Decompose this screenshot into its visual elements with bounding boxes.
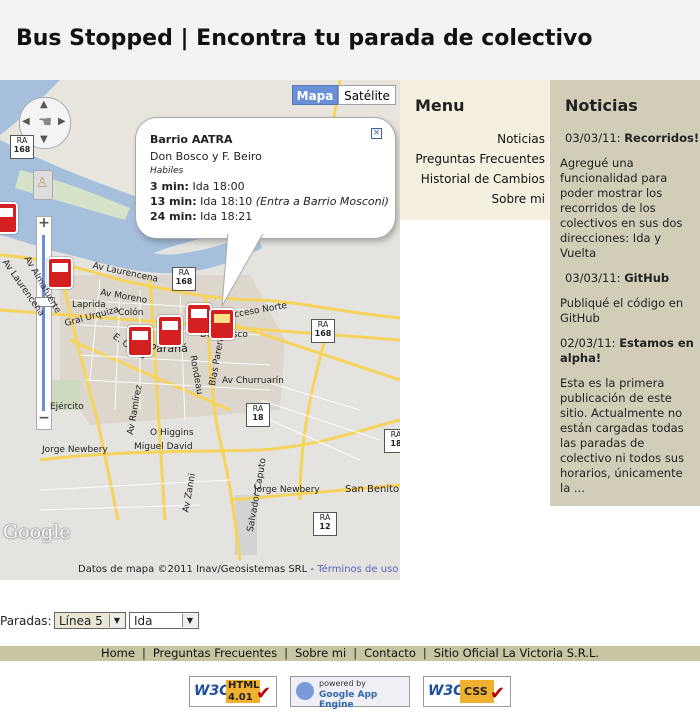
pan-up-icon[interactable]: ▲ — [40, 99, 48, 110]
stops-label: Paradas: — [0, 614, 52, 628]
footer-link-faq[interactable]: Preguntas Frecuentes — [153, 646, 277, 660]
stop-streets: Don Bosco y F. Beiro — [150, 150, 262, 163]
place-label: Ejército — [50, 402, 84, 412]
zoom-slider[interactable]: + − — [35, 215, 55, 430]
arrival-row: 3 min: Ida 18:00 — [150, 180, 245, 193]
menu-item-preguntas: Preguntas Frecuentes — [415, 152, 545, 172]
zoom-in-button[interactable]: + — [37, 215, 51, 231]
news-item-heading: 03/03/11: GitHub — [565, 271, 670, 285]
pan-right-icon[interactable]: ▶ — [58, 116, 66, 127]
footer-nav: Home | Preguntas Frecuentes | Sobre mi | Conta… — [0, 646, 700, 661]
menu-link[interactable]: Historial de Cambios — [421, 172, 545, 186]
menu-item-sobre-mi: Sobre mi — [415, 192, 545, 212]
w3c-css-badge[interactable]: W3C CSS ✔ — [423, 676, 511, 707]
bus-line-select[interactable]: Línea 5 ▼ — [54, 612, 126, 629]
map-type-map-button[interactable]: Mapa — [292, 85, 338, 105]
zoom-out-button[interactable]: − — [37, 410, 51, 426]
bus-stop-marker-icon[interactable] — [157, 315, 183, 347]
pan-left-icon[interactable]: ◀ — [22, 116, 30, 127]
news-item-body: Esta es la primera publicación de este s… — [560, 376, 685, 495]
info-window-tail — [221, 230, 265, 307]
google-app-engine-badge[interactable]: powered by Google App Engine — [290, 676, 410, 710]
arrival-row: 24 min: Ida 18:21 — [150, 210, 253, 223]
route-shield: RA 168 — [10, 135, 34, 159]
chevron-down-icon: ▼ — [109, 614, 124, 627]
menu-link[interactable]: Preguntas Frecuentes — [415, 152, 545, 166]
chevron-down-icon: ▼ — [182, 614, 197, 627]
news-title: Noticias — [565, 96, 638, 115]
app-engine-icon — [296, 682, 314, 700]
street-label: Jorge Newbery — [42, 445, 108, 455]
menu-panel: Menu Noticias Preguntas Frecuentes Histo… — [400, 80, 550, 220]
site-header: Bus Stopped | Encontra tu parada de cole… — [0, 0, 700, 80]
news-item-body: Publiqué el código en GitHub — [560, 296, 684, 325]
route-shield: RA 18 — [384, 429, 400, 453]
stop-name: Barrio AATRA — [150, 133, 233, 146]
route-shield: RA 168 — [172, 267, 196, 291]
site-title: Bus Stopped | Encontra tu parada de cole… — [16, 26, 593, 51]
menu-item-noticias: Noticias — [415, 132, 545, 152]
footer-link-official[interactable]: Sitio Oficial La Victoria S.R.L. — [434, 646, 599, 660]
news-panel: Noticias 03/03/11: Recorridos! Agregué u… — [550, 80, 700, 506]
footer-link-home[interactable]: Home — [101, 646, 135, 660]
day-type: Habiles — [150, 166, 184, 176]
direction-select[interactable]: Ida ▼ — [129, 612, 199, 629]
zoom-track[interactable] — [42, 235, 45, 411]
check-icon: ✔ — [490, 683, 506, 704]
news-item-heading: 03/03/11: Recorridos! — [565, 131, 700, 145]
bus-stop-marker-icon[interactable] — [127, 325, 153, 357]
bus-stop-marker-icon[interactable] — [0, 202, 18, 234]
street-label: Colón — [118, 308, 144, 318]
bus-map[interactable]: ☚ ▲ ▼ ◀ ▶ ♙ + − Mapa Satélite Av Laurenc… — [0, 80, 400, 580]
footer-link-contact[interactable]: Contacto — [364, 646, 416, 660]
street-view-pegman-icon[interactable]: ♙ — [33, 170, 53, 200]
map-type-satellite-button[interactable]: Satélite — [338, 85, 396, 105]
w3c-html-badge[interactable]: W3C HTML 4.01 ✔ — [189, 676, 277, 707]
terms-link[interactable]: Términos de uso — [317, 564, 398, 575]
menu-item-historial: Historial de Cambios — [415, 172, 545, 192]
news-item-heading: 02/03/11: Estamos en alpha! — [560, 336, 694, 365]
route-shield: RA 12 — [313, 512, 337, 536]
google-logo: Google — [3, 521, 71, 543]
menu-link[interactable]: Noticias — [497, 132, 545, 146]
street-label: Av Churruarín — [222, 376, 284, 386]
pan-hand-icon: ☚ — [38, 112, 53, 131]
footer-link-about[interactable]: Sobre mi — [295, 646, 346, 660]
street-label: O Higgins — [150, 428, 194, 438]
route-shield: RA 168 — [311, 319, 335, 343]
menu-link[interactable]: Sobre mi — [492, 192, 545, 206]
menu-title: Menu — [415, 96, 465, 115]
stop-info-window: × Barrio AATRA Don Bosco y F. Beiro Habi… — [135, 117, 396, 239]
route-shield: RA 18 — [246, 403, 270, 427]
arrival-row: 13 min: Ida 18:10 (Entra a Barrio Moscon… — [150, 195, 389, 208]
menu-list: Noticias Preguntas Frecuentes Historial … — [415, 132, 545, 212]
map-copyright: Datos de mapa ©2011 Inav/Geosistemas SRL… — [78, 564, 399, 575]
street-label: Miguel David — [134, 442, 193, 452]
check-icon: ✔ — [256, 683, 272, 704]
pan-down-icon[interactable]: ▼ — [40, 134, 48, 145]
close-icon[interactable]: × — [371, 128, 382, 139]
place-label: San Benito — [345, 484, 400, 495]
bus-stop-marker-selected-icon[interactable] — [209, 308, 235, 340]
bus-stop-marker-icon[interactable] — [47, 257, 73, 289]
news-item-body: Agregué una funcionalidad para poder mos… — [560, 156, 683, 260]
